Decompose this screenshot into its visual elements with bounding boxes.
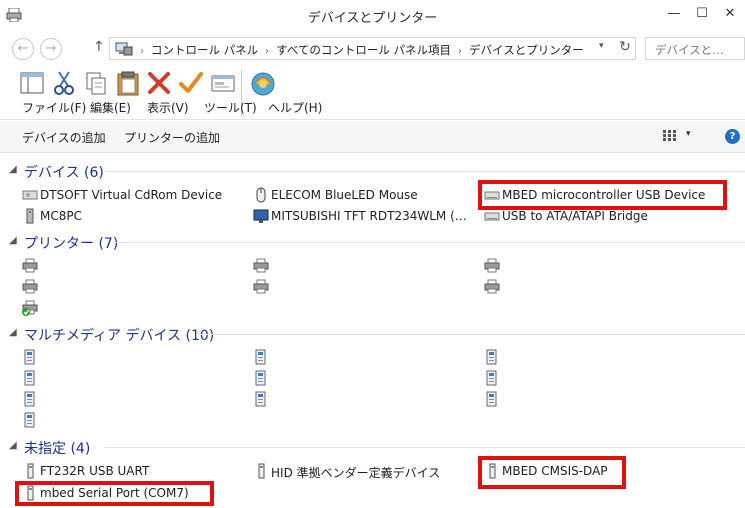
close-button[interactable]: ✕: [716, 4, 744, 24]
chevron-down-icon[interactable]: ◢: [9, 327, 17, 338]
up-button[interactable]: ↑: [93, 39, 105, 55]
control-panel-icon: [115, 42, 133, 56]
breadcrumb-control-panel[interactable]: コントロール パネル: [151, 43, 258, 57]
title-bar: デバイスとプリンター — ☐ ✕: [0, 0, 745, 32]
command-bar: デバイスの追加 プリンターの追加 ▾ ?: [0, 121, 745, 153]
media-device-icon[interactable]: [484, 349, 500, 365]
breadcrumb-devices-printers[interactable]: デバイスとプリンター: [469, 43, 584, 57]
media-device-icon[interactable]: [22, 370, 38, 386]
breadcrumb-all-items[interactable]: すべてのコントロール パネル項目: [276, 43, 451, 57]
view-options-icon[interactable]: [663, 130, 677, 142]
properties-window-icon[interactable]: [209, 69, 237, 97]
group-multimedia-title: マルチメディア デバイス (10): [24, 328, 215, 344]
generic-device-icon: [27, 463, 34, 479]
chevron-down-icon[interactable]: ◢: [9, 164, 17, 175]
add-device-button[interactable]: デバイスの追加: [22, 129, 106, 146]
group-printers-title: プリンター (7): [24, 236, 119, 252]
media-device-icon[interactable]: [484, 370, 500, 386]
media-device-icon[interactable]: [22, 391, 38, 407]
printer-icon[interactable]: [22, 279, 38, 295]
group-divider: [106, 171, 745, 172]
group-divider: [196, 334, 745, 335]
paste-clipboard-icon[interactable]: [114, 69, 142, 97]
toolbar: ファイル(F) 編集(E) 表示(V) ツール(T) ヘルプ(H): [0, 64, 745, 120]
menu-help[interactable]: ヘルプ(H): [268, 99, 322, 116]
chevron-down-icon[interactable]: ◢: [9, 235, 17, 246]
group-printers-header[interactable]: ◢ プリンター (7): [0, 232, 745, 252]
device-label: HID 準拠ベンダー定義デバイス: [271, 466, 441, 480]
device-label: FT232R USB UART: [40, 464, 150, 478]
group-divider: [104, 447, 745, 448]
device-label: ELECOM BlueLED Mouse: [271, 188, 418, 202]
group-unspecified-header[interactable]: ◢ 未指定 (4): [0, 437, 745, 457]
address-history-dropdown[interactable]: ▾: [599, 41, 604, 51]
delete-x-icon[interactable]: [145, 69, 173, 97]
breadcrumb-separator[interactable]: ›: [265, 46, 269, 57]
cut-scissors-icon[interactable]: [50, 69, 78, 97]
cd-drive-icon: [22, 190, 38, 200]
search-input[interactable]: デバイスと…: [645, 37, 745, 60]
maximize-button[interactable]: ☐: [688, 4, 716, 24]
add-printer-button[interactable]: プリンターの追加: [124, 129, 220, 146]
printer-icon[interactable]: [484, 258, 500, 274]
printer-icon[interactable]: [253, 258, 269, 274]
window-title: デバイスとプリンター: [307, 11, 438, 26]
usb-drive-icon: [484, 212, 500, 221]
minimize-button[interactable]: —: [660, 4, 688, 24]
layout-pane-icon[interactable]: [18, 69, 46, 97]
view-options-dropdown[interactable]: ▾: [686, 129, 691, 139]
device-label: USB to ATA/ATAPI Bridge: [502, 209, 648, 223]
computer-tower-icon: [26, 208, 34, 224]
search-placeholder: デバイスと…: [655, 43, 724, 57]
shell-icon[interactable]: [249, 69, 277, 97]
breadcrumb: › コントロール パネル › すべてのコントロール パネル項目 › デバイスとプリンター: [140, 42, 584, 58]
menu-view[interactable]: 表示(V): [147, 99, 189, 116]
chevron-down-icon[interactable]: ◢: [9, 440, 17, 451]
breadcrumb-separator: ›: [140, 46, 144, 57]
help-icon[interactable]: ?: [725, 129, 740, 144]
media-device-icon[interactable]: [253, 370, 269, 386]
highlight-box-mbed-usb: [478, 180, 727, 210]
back-button[interactable]: ←: [12, 38, 34, 60]
checkmark-icon[interactable]: [177, 69, 205, 97]
media-device-icon[interactable]: [253, 349, 269, 365]
default-printer-icon[interactable]: [22, 300, 38, 316]
printer-icon[interactable]: [22, 258, 38, 274]
group-divider: [114, 242, 745, 243]
printer-icon[interactable]: [253, 279, 269, 295]
media-device-icon[interactable]: [484, 391, 500, 407]
copy-icon[interactable]: [82, 69, 110, 97]
breadcrumb-separator[interactable]: ›: [458, 46, 462, 57]
group-multimedia-header[interactable]: ◢ マルチメディア デバイス (10): [0, 324, 745, 344]
group-devices-header[interactable]: ◢ デバイス (6): [0, 161, 745, 181]
address-bar[interactable]: › コントロール パネル › すべてのコントロール パネル項目 › デバイスとプリンター …: [109, 37, 636, 60]
group-unspecified-title: 未指定 (4): [24, 441, 91, 457]
mouse-icon: [256, 187, 266, 203]
refresh-icon[interactable]: ↻: [615, 39, 635, 55]
device-label: DTSOFT Virtual CdRom Device: [40, 188, 223, 202]
forward-button[interactable]: →: [40, 38, 62, 60]
menu-edit[interactable]: 編集(E): [90, 99, 131, 116]
device-label: MC8PC: [40, 209, 82, 223]
media-device-icon[interactable]: [253, 391, 269, 407]
media-device-icon[interactable]: [22, 412, 38, 428]
media-device-icon[interactable]: [22, 349, 38, 365]
menu-file[interactable]: ファイル(F): [22, 99, 86, 116]
device-label: MITSUBISHI TFT RDT234WLM (…: [271, 209, 467, 223]
group-devices-title: デバイス (6): [24, 165, 104, 181]
generic-device-icon: [258, 463, 265, 479]
printer-icon[interactable]: [484, 279, 500, 295]
highlight-box-serial-port: [15, 481, 214, 506]
address-row: ← → ↑ › コントロール パネル › すべてのコントロール パネル項目 › デバイスと…: [0, 32, 745, 64]
menu-tools[interactable]: ツール(T): [204, 99, 257, 116]
monitor-icon: [253, 209, 269, 223]
highlight-box-cmsis-dap: [478, 456, 626, 489]
